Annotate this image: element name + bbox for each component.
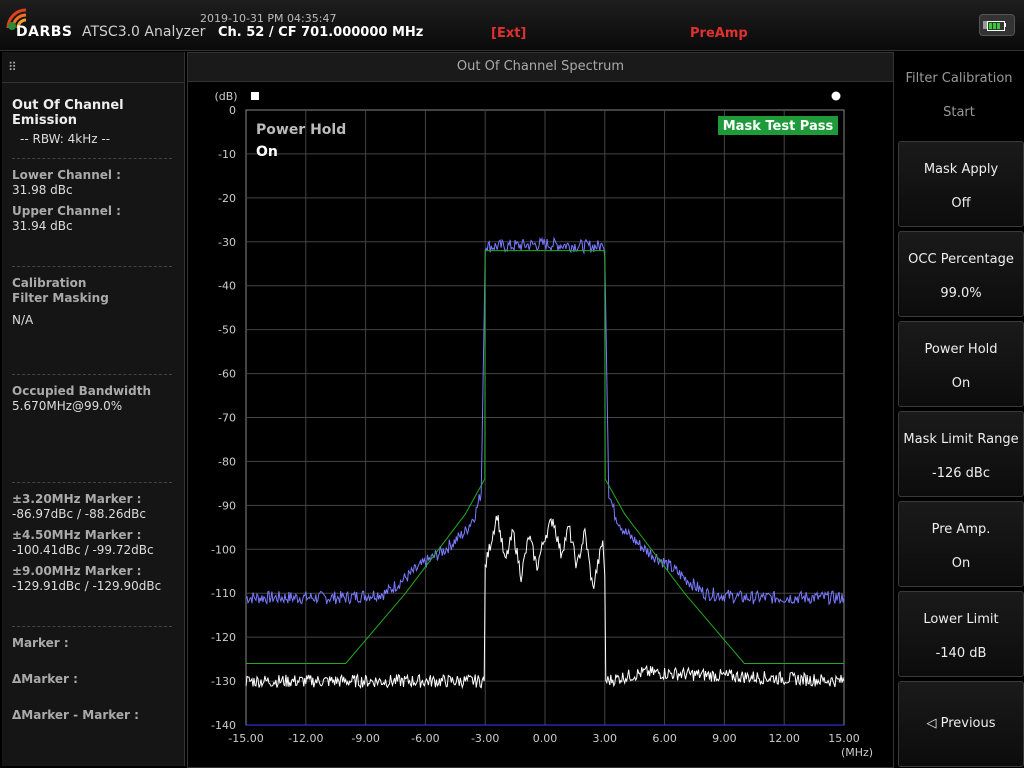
y-tick-label: -70	[218, 412, 236, 425]
filter-calibration-start: Start	[943, 105, 975, 120]
datetime: 2019-10-31 PM 04:35:47	[200, 12, 337, 25]
filter-masking-label: Filter Masking	[12, 291, 109, 305]
x-tick-label: -6.00	[411, 732, 439, 745]
y-tick-label: -110	[211, 587, 236, 600]
spectrum-title: Out Of Channel Spectrum	[188, 53, 893, 82]
y-tick-label: 0	[229, 104, 236, 117]
logo-text: DARBS	[16, 24, 73, 40]
x-tick-label: 3.00	[593, 732, 618, 745]
power-hold-label: Power Hold	[924, 342, 998, 357]
y-tick-label: -10	[218, 148, 236, 161]
mask-apply-button[interactable]: Mask Apply Off	[898, 141, 1024, 227]
marker-label: Marker :	[12, 636, 69, 650]
app-title: ATSC3.0 Analyzer	[82, 24, 206, 40]
drag-handle-icon[interactable]: ⠿	[8, 60, 17, 74]
spectrum-chart[interactable]: -15.00 -12.00 -9.00 -6.00 -3.00 0.00 3.00 6.00 9…	[188, 81, 893, 767]
y-unit-label: (dB)	[214, 90, 237, 103]
occupied-bandwidth-value: 5.670MHz@99.0%	[12, 399, 123, 413]
lower-limit-button[interactable]: Lower Limit -140 dB	[898, 591, 1024, 677]
lower-channel-label: Lower Channel :	[12, 168, 121, 182]
calibration-value: N/A	[12, 313, 34, 327]
occ-percentage-label: OCC Percentage	[908, 252, 1014, 267]
calibration-label: Calibration	[12, 276, 87, 290]
square-marker-icon[interactable]	[251, 92, 259, 100]
x-unit-label: (MHz)	[841, 746, 873, 759]
marker-4-50-value: -100.41dBc / -99.72dBc	[12, 543, 154, 557]
spectrum-panel: Out Of Channel Spectrum -15.00 -12.00 -9.0…	[187, 52, 894, 768]
marker-3-20-value: -86.97dBc / -88.26dBc	[12, 507, 146, 521]
pre-amp-label: Pre Amp.	[931, 522, 991, 537]
lower-channel-value: 31.98 dBc	[12, 183, 73, 197]
y-tick-label: -20	[218, 192, 236, 205]
occ-percentage-button[interactable]: OCC Percentage 99.0%	[898, 231, 1024, 317]
mask-test-badge-text: Mask Test Pass	[723, 119, 834, 134]
lower-limit-value: -140 dB	[935, 646, 987, 661]
upper-channel-label: Upper Channel :	[12, 204, 121, 218]
y-tick-label: -60	[218, 368, 236, 381]
ext-indicator: [Ext]	[491, 26, 527, 41]
x-tick-label: 9.00	[712, 732, 737, 745]
channel-frequency: Ch. 52 / CF 701.000000 MHz	[218, 25, 424, 40]
mask-limit-range-label: Mask Limit Range	[903, 432, 1019, 447]
top-bar: DARBS ATSC3.0 Analyzer 2019-10-31 PM 04:…	[0, 0, 1024, 51]
x-tick-label: 6.00	[652, 732, 677, 745]
occupied-bandwidth-label: Occupied Bandwidth	[12, 384, 152, 398]
mask-limit-range-value: -126 dBc	[932, 466, 990, 481]
softkey-panel: Filter Calibration Start Mask Apply Off …	[894, 52, 1024, 768]
marker-9-00-label: ±9.00MHz Marker :	[12, 564, 142, 578]
y-tick-label: -100	[211, 543, 236, 556]
y-tick-label: -40	[218, 280, 236, 293]
mask-apply-label: Mask Apply	[923, 162, 999, 177]
measurement-panel: ⠿ Out Of Channel Emission -- RBW: 4kHz -…	[2, 52, 185, 766]
delta-marker-label: ΔMarker :	[12, 672, 78, 686]
filter-calibration-label: Filter Calibration	[905, 71, 1013, 86]
y-tick-label: -140	[211, 719, 236, 732]
x-tick-label: 15.00	[828, 732, 860, 745]
y-tick-label: -130	[211, 675, 236, 688]
mask-limit-range-button[interactable]: Mask Limit Range -126 dBc	[898, 411, 1024, 497]
upper-channel-value: 31.94 dBc	[12, 219, 73, 233]
previous-button[interactable]: ◁ Previous	[898, 681, 1024, 767]
battery-charging-icon	[979, 14, 1015, 36]
power-hold-overlay-value: On	[256, 144, 278, 160]
power-hold-button[interactable]: Power Hold On	[898, 321, 1024, 407]
pre-amp-value: On	[951, 556, 971, 571]
panel-title: Out Of Channel Emission	[12, 98, 124, 128]
preamp-indicator: PreAmp	[690, 26, 748, 41]
y-tick-label: -120	[211, 631, 236, 644]
y-tick-label: -90	[218, 499, 236, 512]
x-tick-label: 0.00	[533, 732, 558, 745]
circle-marker-icon[interactable]	[831, 91, 841, 101]
filter-calibration-button[interactable]: Filter Calibration Start	[894, 52, 1024, 138]
x-tick-label: 12.00	[768, 732, 800, 745]
mask-apply-value: Off	[951, 196, 971, 211]
marker-4-50-label: ±4.50MHz Marker :	[12, 528, 142, 542]
marker-9-00-value: -129.91dBc / -129.90dBc	[12, 579, 162, 593]
previous-label: ◁ Previous	[926, 716, 996, 731]
power-hold-overlay-label: Power Hold	[256, 122, 346, 138]
x-tick-label: -9.00	[351, 732, 379, 745]
occ-percentage-value: 99.0%	[940, 286, 982, 301]
lower-limit-label: Lower Limit	[923, 612, 999, 627]
y-tick-label: -30	[218, 236, 236, 249]
x-tick-label: -3.00	[471, 732, 499, 745]
rbw-label: -- RBW: 4kHz --	[20, 132, 111, 146]
y-tick-label: -50	[218, 324, 236, 337]
marker-3-20-label: ±3.20MHz Marker :	[12, 492, 142, 506]
power-hold-value: On	[951, 376, 971, 391]
x-tick-label: -15.00	[228, 732, 263, 745]
x-tick-label: -12.00	[288, 732, 323, 745]
pre-amp-button[interactable]: Pre Amp. On	[898, 501, 1024, 587]
delta-marker-minus-marker-label: ΔMarker - Marker :	[12, 708, 139, 722]
y-tick-label: -80	[218, 455, 236, 468]
